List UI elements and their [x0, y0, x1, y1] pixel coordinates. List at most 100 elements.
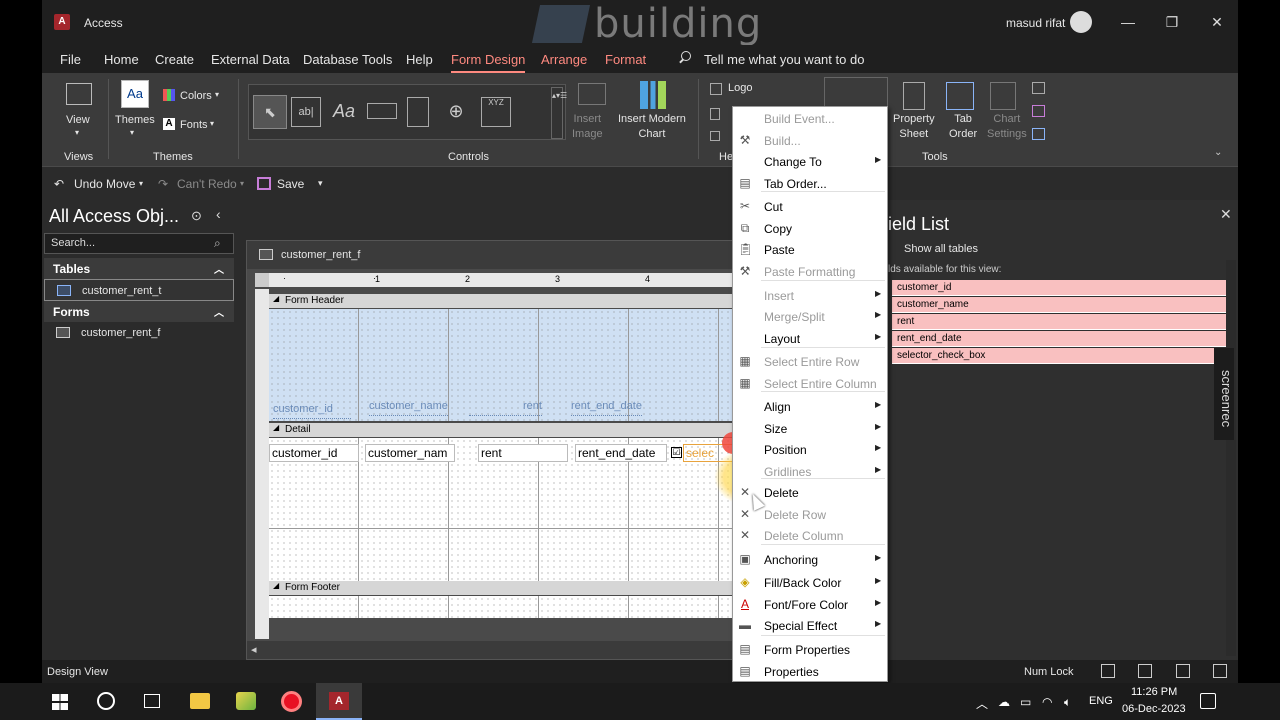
nav-item-customer-rent-f[interactable]: customer_rent_f [44, 322, 234, 344]
menu-item-align[interactable]: Align ▶ [733, 396, 887, 417]
menu-item-anchoring[interactable]: ▣ Anchoring ▶ [733, 549, 887, 570]
chart-icon[interactable] [640, 81, 666, 109]
tell-me-search[interactable]: Tell me what you want to do [704, 52, 864, 67]
form-header-section[interactable]: customer_id customer_name rent rent_end_… [269, 309, 737, 421]
tab-format[interactable]: Format [605, 52, 646, 67]
nav-menu-icon[interactable]: ⊙ [191, 208, 202, 224]
view-icon[interactable] [66, 83, 92, 105]
menu-item-fill-back-color[interactable]: ◈ Fill/Back Color ▶ [733, 572, 887, 593]
tab-control-icon[interactable] [407, 97, 429, 127]
title-icon[interactable] [710, 108, 720, 120]
menu-item-cut[interactable]: ✂ Cut [733, 196, 887, 217]
tab-arrange[interactable]: Arrange [541, 52, 587, 67]
menu-item-tab-order[interactable]: ▤ Tab Order... [733, 173, 887, 194]
menu-item-form-properties[interactable]: ▤ Form Properties [733, 639, 887, 660]
layout-view-icon[interactable] [1176, 664, 1190, 678]
date-time-icon[interactable] [710, 131, 720, 141]
minimize-button[interactable]: — [1118, 12, 1138, 32]
detail-field-customer-name[interactable]: customer_nam [365, 444, 455, 462]
collapse-chevron-icon[interactable]: ︿ [214, 304, 224, 319]
tab-order-button[interactable]: Tab Order [949, 112, 977, 142]
form-header-bar[interactable]: Form Header [269, 294, 737, 308]
tab-order-icon[interactable] [946, 82, 974, 110]
menu-item-change-to[interactable]: Change To ▶ [733, 151, 887, 172]
logo-icon[interactable] [710, 83, 722, 95]
logo-button[interactable]: Logo [728, 82, 752, 94]
view-button[interactable]: View [66, 114, 90, 126]
shutter-bar-icon[interactable]: ‹ [216, 206, 221, 222]
language-indicator[interactable]: ENG [1089, 695, 1113, 707]
detail-field-customer-id[interactable]: customer_id [269, 444, 359, 462]
header-label-rent[interactable]: rent [523, 400, 542, 416]
tab-database-tools[interactable]: Database Tools [303, 52, 392, 67]
task-view-icon[interactable] [144, 694, 160, 708]
show-hidden-icons-chevron-icon[interactable]: ︿ [976, 695, 988, 712]
tab-home[interactable]: Home [104, 52, 139, 67]
textbox-control-icon[interactable]: ab| [291, 97, 321, 127]
tab-external-data[interactable]: External Data [211, 52, 290, 67]
themes-dropdown-icon[interactable]: ▾ [130, 128, 134, 137]
fonts-button[interactable]: Fonts [180, 119, 208, 131]
document-tab[interactable]: customer_rent_f [247, 241, 735, 269]
menu-item-copy[interactable]: ⧉ Copy [733, 218, 887, 239]
header-label-spacer[interactable] [469, 400, 521, 416]
design-view-icon[interactable] [1213, 664, 1227, 678]
insert-modern-chart-button[interactable]: Insert Modern Chart [618, 112, 686, 142]
fonts-dropdown-icon[interactable]: ▾ [210, 119, 214, 128]
detail-field-rent[interactable]: rent [478, 444, 568, 462]
field-list-item[interactable]: rent_end_date [892, 331, 1226, 347]
collapse-ribbon-icon[interactable]: ⌄ [1214, 147, 1222, 158]
themes-button[interactable]: Themes [115, 114, 155, 126]
property-sheet-button[interactable]: Property Sheet [893, 112, 935, 142]
colors-icon[interactable] [163, 89, 175, 101]
option-group-control-icon[interactable]: XYZ [481, 97, 511, 127]
undo-dropdown-icon[interactable]: ▾ [139, 179, 143, 188]
customize-qat-icon[interactable]: ▾ [318, 178, 323, 189]
horizontal-ruler[interactable]: · · 2 3 4 5 1 [269, 273, 740, 287]
nav-section-tables[interactable]: Tables ︿ [44, 258, 234, 279]
form-selector[interactable] [255, 273, 269, 287]
form-footer-section[interactable] [269, 596, 737, 618]
field-list-scrollbar[interactable] [1226, 260, 1236, 656]
search-icon[interactable] [97, 692, 115, 710]
nav-section-forms[interactable]: Forms ︿ [44, 301, 234, 322]
access-taskbar-active[interactable]: A [316, 683, 362, 720]
detail-bar[interactable]: Detail [269, 423, 737, 437]
nav-pane-title[interactable]: All Access Obj... [49, 206, 179, 227]
undo-move-button[interactable]: Undo Move [74, 177, 135, 191]
header-label-customer-id[interactable]: customer_id [273, 403, 351, 419]
nav-search-input[interactable]: Search... [44, 233, 234, 254]
view-dropdown-icon[interactable]: ▾ [75, 128, 79, 137]
search-icon[interactable]: ⌕ [214, 236, 221, 251]
form-footer-bar[interactable]: Form Footer [269, 581, 737, 595]
detail-field-rent-end-date[interactable]: rent_end_date [575, 444, 667, 462]
scroll-left-icon[interactable]: ◂ [251, 643, 257, 656]
property-sheet-icon[interactable] [903, 82, 925, 110]
tab-file[interactable]: File [60, 52, 81, 67]
datasheet-view-icon[interactable] [1138, 664, 1152, 678]
select-pointer-icon[interactable]: ⬉ [253, 95, 287, 129]
menu-item-layout[interactable]: Layout ▶ [733, 328, 887, 349]
volume-icon[interactable]: 🔈︎ [1064, 695, 1071, 710]
tab-form-design[interactable]: Form Design [451, 52, 526, 73]
restore-button[interactable]: ❐ [1162, 12, 1182, 32]
colors-button[interactable]: Colors [180, 90, 212, 102]
field-list-item[interactable]: customer_name [892, 297, 1226, 313]
menu-item-position[interactable]: Position ▶ [733, 439, 887, 460]
nav-item-customer-rent-t[interactable]: customer_rent_t [44, 279, 234, 301]
form-view-icon[interactable] [1101, 664, 1115, 678]
close-icon[interactable]: ✕ [1220, 206, 1232, 223]
app-icon[interactable] [236, 692, 256, 710]
screenrec-tag[interactable]: screenrec [1214, 348, 1234, 440]
close-button[interactable]: ✕ [1207, 12, 1227, 32]
menu-item-size[interactable]: Size ▶ [733, 418, 887, 439]
field-list-item[interactable]: rent [892, 314, 1226, 330]
show-all-tables-link[interactable]: Show all tables [904, 243, 978, 255]
tab-create[interactable]: Create [155, 52, 194, 67]
user-name[interactable]: masud rifat [1006, 16, 1065, 30]
tab-help[interactable]: Help [406, 52, 433, 67]
header-label-customer-name[interactable]: customer_name [369, 400, 448, 416]
colors-dropdown-icon[interactable]: ▾ [215, 90, 219, 99]
field-list-item[interactable]: selector_check_box [892, 348, 1226, 364]
record-app-icon[interactable] [281, 691, 302, 712]
